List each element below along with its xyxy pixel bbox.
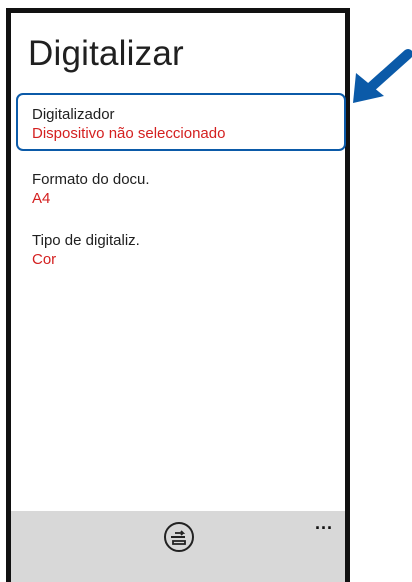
callout-arrow-icon [353,49,412,103]
scanner-highlight-box [16,93,346,151]
document-format-value: A4 [32,190,51,207]
app-bar: ... [11,511,345,582]
page-title: Digitalizar [28,34,184,73]
scan-type-value: Cor [32,251,57,268]
more-options-button[interactable]: ... [315,513,333,534]
scan-type-setting[interactable]: Tipo de digitaliz. Cor [32,231,140,269]
scan-type-label: Tipo de digitaliz. [32,232,140,249]
scan-icon [164,522,194,552]
scan-button[interactable] [163,521,195,553]
document-format-label: Formato do docu. [32,171,150,188]
document-format-setting[interactable]: Formato do docu. A4 [32,170,150,208]
screen-container: Digitalizar Digitalizador Dispositivo nã… [0,0,412,582]
